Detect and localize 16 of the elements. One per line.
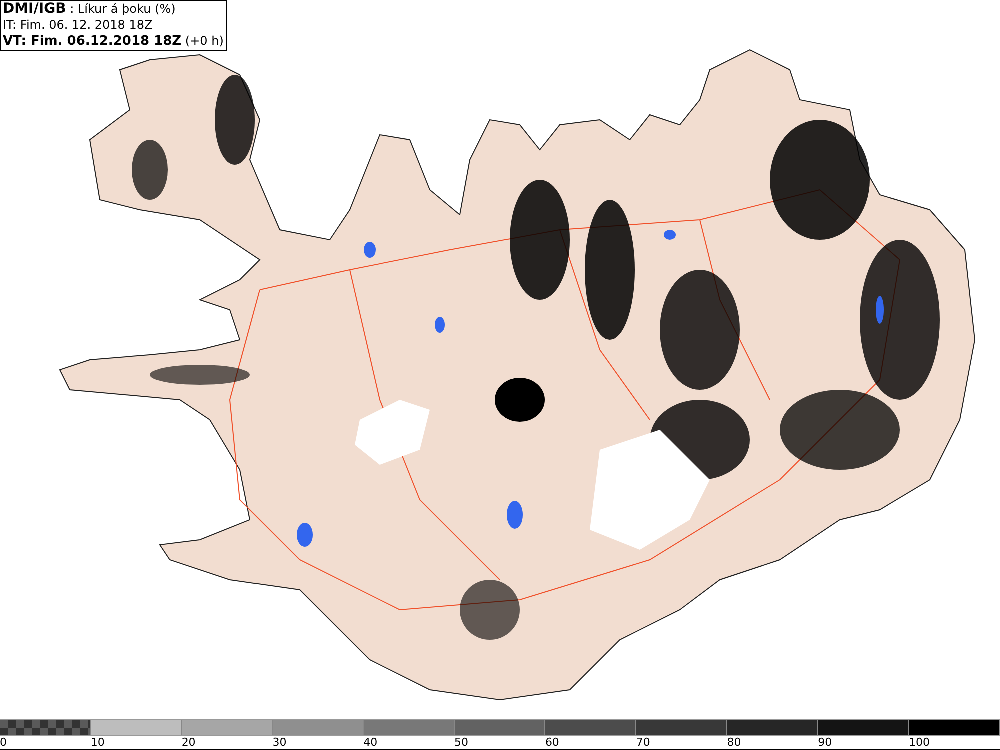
source-label: DMI/IGB bbox=[3, 1, 66, 17]
valid-time: VT: Fim. 06.12.2018 18Z bbox=[3, 34, 182, 49]
legend-label: 10 bbox=[90, 736, 105, 749]
legend-label: 30 bbox=[272, 736, 287, 749]
legend-label: 60 bbox=[545, 736, 560, 749]
parameter-label: : Líkur á þoku (%) bbox=[70, 2, 176, 16]
legend-label: 20 bbox=[182, 736, 196, 749]
legend-label: 100 bbox=[909, 736, 930, 749]
valid-offset: (+0 h) bbox=[185, 34, 224, 48]
legend-label: 50 bbox=[454, 736, 469, 749]
legend-label: 40 bbox=[364, 736, 378, 749]
legend-label: 0 bbox=[0, 736, 7, 749]
init-time: IT: Fim. 06. 12. 2018 18Z bbox=[3, 17, 154, 33]
legend-label: 70 bbox=[636, 736, 650, 749]
legend-label: 90 bbox=[818, 736, 832, 749]
legend-label: 80 bbox=[727, 736, 742, 749]
